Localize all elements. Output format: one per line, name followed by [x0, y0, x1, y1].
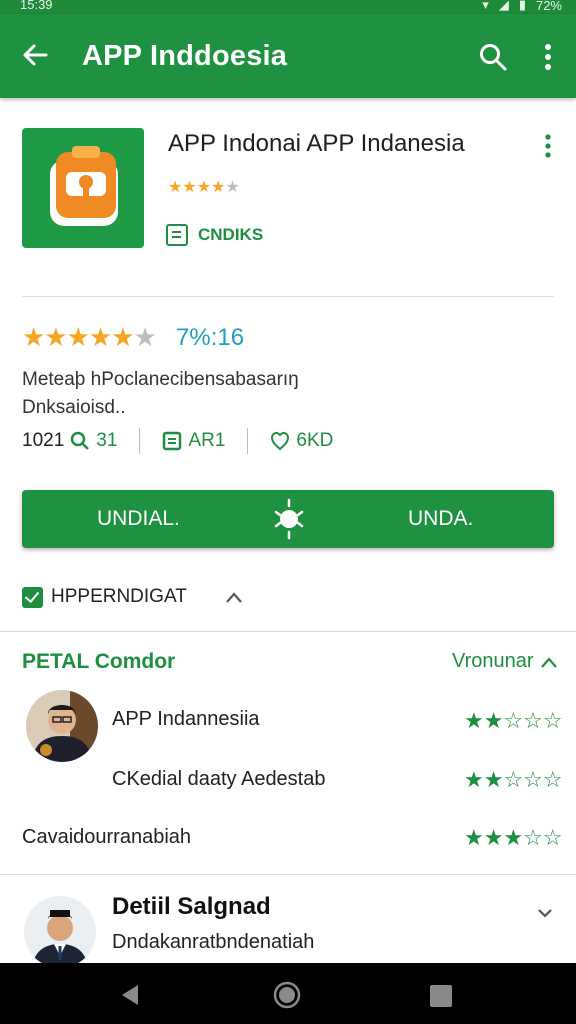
detail-title: Detiil Salgnad: [112, 893, 271, 920]
rating-value: 7%:16: [176, 324, 245, 351]
divider: [0, 874, 576, 875]
app-bar-title: APP Inddoesia: [82, 40, 288, 72]
briefcase-icon: [50, 146, 118, 226]
document-icon: [166, 224, 188, 246]
separator: [247, 428, 249, 454]
search-icon[interactable]: [478, 42, 508, 72]
developer-row[interactable]: CNDIKS: [166, 224, 263, 246]
divider: [22, 296, 554, 297]
avatar: [24, 896, 96, 968]
nav-back-icon[interactable]: [118, 983, 140, 1007]
status-bar: 15:39 ▾ ◢ ▮ 72%: [0, 0, 576, 14]
section-action-label[interactable]: Vronunar: [452, 650, 534, 673]
separator: [139, 428, 141, 454]
size-info: AR1: [162, 430, 225, 452]
app-icon[interactable]: [22, 128, 144, 248]
more-vert-icon[interactable]: [536, 42, 560, 72]
nav-home-icon[interactable]: [273, 981, 301, 1009]
review-text: Cavaidourranabiah: [22, 826, 192, 848]
chevron-up-icon[interactable]: [225, 590, 243, 604]
review-stars: ★★☆☆☆: [464, 708, 563, 733]
loading-icon: [274, 498, 304, 540]
install-button-right-label[interactable]: UNDA.: [408, 507, 473, 531]
downloads-value: 31: [96, 430, 118, 451]
checkbox[interactable]: [22, 586, 43, 608]
developer-label: CNDIKS: [198, 225, 264, 244]
description-line: Dnksaioisd..: [22, 397, 126, 418]
install-button-bar[interactable]: UNDIAL. UNDA.: [22, 490, 554, 548]
review-text: CKedial daaty Aedestab: [112, 768, 326, 790]
chevron-up-icon: [540, 656, 557, 668]
search-icon: [71, 431, 90, 450]
document-icon: [163, 431, 182, 451]
review-stars: ★★★☆☆: [464, 825, 563, 850]
meta-row: 1021 31 AR1 6KD: [22, 428, 333, 454]
option-row[interactable]: HPPERNDIGAT: [22, 586, 243, 608]
system-nav-bar: [0, 963, 576, 1024]
detail-subtitle: Dndakanratbndenatiah: [112, 931, 315, 953]
battery-icon: ▮: [518, 0, 526, 12]
size-value: AR1: [188, 430, 226, 451]
app-name: APP Indonai APP Indanesia: [168, 130, 465, 157]
chevron-down-icon[interactable]: [536, 904, 554, 922]
wifi-icon: ▾: [482, 0, 489, 12]
signal-icon: ◢: [498, 0, 509, 12]
app-rating-stars: ★★★★★: [168, 179, 240, 196]
nav-recents-icon[interactable]: [430, 985, 452, 1007]
reviews-count: 1021 31: [22, 430, 117, 452]
more-vert-icon[interactable]: [538, 132, 558, 160]
install-button-left-label[interactable]: UNDIAL.: [97, 507, 180, 531]
battery-level: 72%: [535, 0, 562, 13]
rating-stars: ★★★★★★: [22, 322, 157, 352]
review-stars: ★★☆☆☆: [464, 767, 563, 792]
back-arrow-icon[interactable]: [20, 40, 50, 70]
shield-heart-icon: [271, 431, 290, 451]
app-bar: APP Inddoesia: [0, 14, 576, 98]
description-line: Meteaþ hPoclanecibensabasarıŋ: [22, 369, 299, 390]
reviews-section-action[interactable]: Vronunar: [452, 650, 558, 673]
app-description: Meteaþ hPoclanecibensabasarıŋ Dnksaioisd…: [22, 366, 299, 422]
age-info: 6KD: [270, 430, 333, 452]
review-author: APP Indannesiia: [112, 708, 260, 730]
status-time: 15:39: [20, 0, 53, 12]
age-value: 6KD: [296, 430, 334, 451]
reviews-section-title: PETAL Comdor: [22, 650, 176, 673]
checkbox-label: HPPERNDIGAT: [51, 586, 187, 607]
avatar: [26, 690, 98, 762]
status-icons: ▾ ◢ ▮ 72%: [482, 0, 562, 13]
count-value: 1021: [22, 430, 65, 451]
divider: [0, 631, 576, 632]
